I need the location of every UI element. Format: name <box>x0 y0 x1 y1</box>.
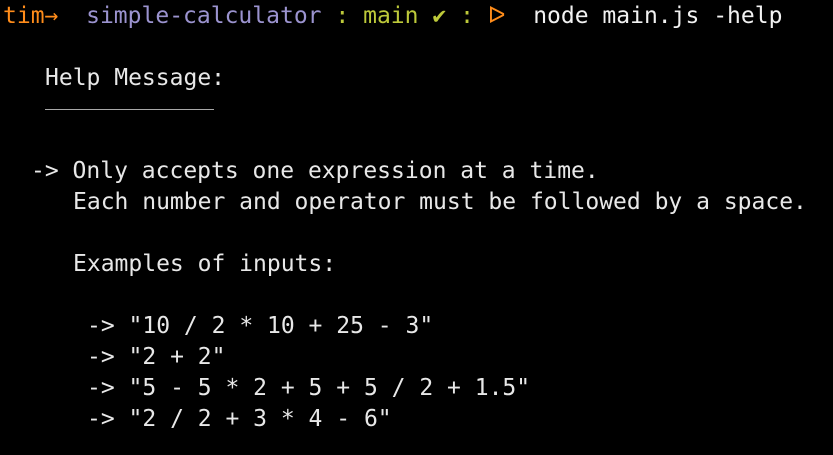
help-title: Help Message: <box>45 65 226 91</box>
prompt-directory: simple-calculator <box>86 3 322 29</box>
git-clean-check-icon: ✔ <box>432 3 447 29</box>
prompt-user: tim <box>3 3 45 29</box>
example-input: -> "5 - 5 * 2 + 5 + 5 / 2 + 1.5" <box>87 375 531 401</box>
example-input: -> "2 + 2" <box>87 344 226 370</box>
help-rule-one-expression: -> Only accepts one expression at a time… <box>31 158 599 184</box>
help-rule-spacing: Each number and operator must be followe… <box>73 189 807 215</box>
shell-prompt-line: tim→ simple-calculator : main ✔ : ᐅ node… <box>3 1 782 32</box>
git-branch: main <box>363 3 419 29</box>
prompt-triangle-icon: ᐅ <box>487 3 506 29</box>
example-input: -> "2 / 2 + 3 * 4 - 6" <box>87 406 392 432</box>
prompt-separator: : <box>335 3 350 29</box>
typed-command: node main.js -help <box>533 3 783 29</box>
examples-heading: Examples of inputs: <box>73 251 337 277</box>
prompt-separator: : <box>460 3 474 29</box>
example-input: -> "10 / 2 * 10 + 25 - 3" <box>87 313 434 339</box>
help-title-underline <box>45 109 214 110</box>
prompt-arrow-icon: → <box>44 3 59 29</box>
